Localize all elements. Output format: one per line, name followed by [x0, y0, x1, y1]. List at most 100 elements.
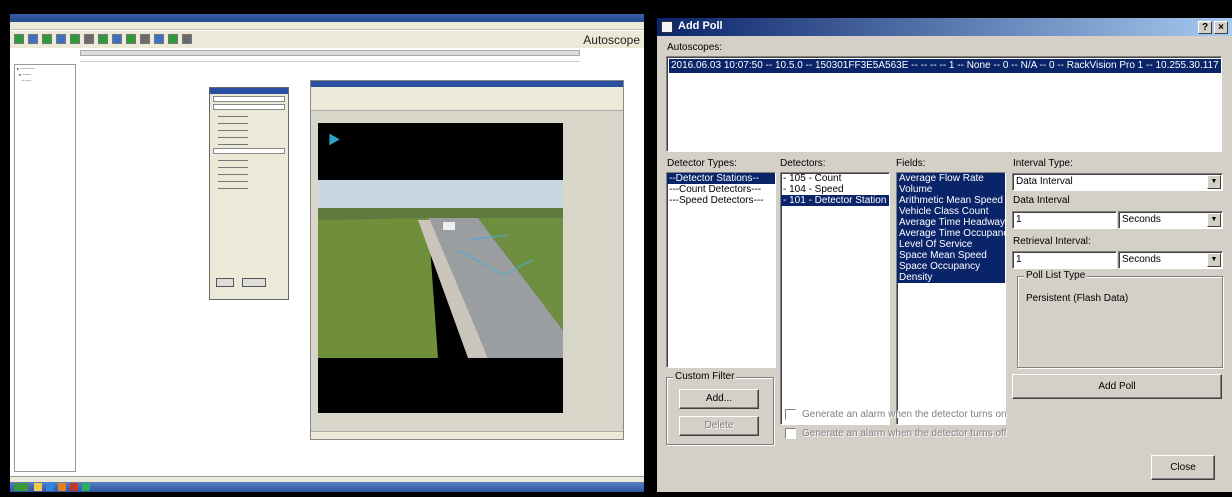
app-icon: [661, 21, 673, 33]
brand-label: Autoscope: [583, 33, 640, 47]
taskbar: [10, 482, 644, 492]
menu-bar[interactable]: ▬▬▬▬▬▬: [10, 22, 644, 36]
calibration-ok-button[interactable]: [216, 278, 234, 287]
data-interval-label: Data Interval: [1013, 195, 1070, 206]
detector-type-item[interactable]: --Detector Stations--: [667, 173, 775, 184]
detectors-label: Detectors:: [780, 158, 826, 169]
field-item[interactable]: Arithmetic Mean Speed: [897, 195, 1005, 206]
chevron-down-icon[interactable]: ▼: [1207, 253, 1221, 267]
poll-list-type-label: Poll List Type: [1024, 270, 1088, 281]
field-item[interactable]: Vehicle Class Count: [897, 206, 1005, 217]
autoscopes-label: Autoscopes:: [667, 42, 723, 53]
video-status-bar: [311, 431, 623, 439]
field-item[interactable]: Average Time Headway: [897, 217, 1005, 228]
field-item[interactable]: Volume: [897, 184, 1005, 195]
device-tree[interactable]: ▸ ───── ▸ ─── ─ ──: [14, 64, 76, 472]
interval-type-label: Interval Type:: [1013, 158, 1073, 169]
camera-view[interactable]: [318, 123, 563, 413]
detector-item[interactable]: - 104 - Speed: [781, 184, 889, 195]
distance-field[interactable]: [213, 148, 285, 154]
toolbar: Autoscope: [10, 31, 644, 48]
toolbar-icon[interactable]: [98, 34, 108, 44]
calibration-source-select[interactable]: [213, 96, 285, 102]
detector-types-list[interactable]: --Detector Stations-- ---Count Detectors…: [666, 172, 776, 368]
autoscope-list-item[interactable]: 2016.06.03 10:07:50 -- 10.5.0 -- 150301F…: [669, 59, 1221, 73]
chevron-down-icon[interactable]: ▼: [1207, 175, 1221, 189]
calibration-dialog: [209, 87, 289, 300]
detector-item[interactable]: - 105 - Count: [781, 173, 889, 184]
alarm-off-label: Generate an alarm when the detector turn…: [802, 428, 1007, 439]
retrieval-interval-field[interactable]: 1: [1012, 251, 1117, 269]
data-interval-unit-select[interactable]: Seconds ▼: [1118, 211, 1223, 229]
toolbar-icon[interactable]: [28, 34, 38, 44]
alarm-on-label: Generate an alarm when the detector turn…: [802, 409, 1007, 420]
toolbar-icon[interactable]: [126, 34, 136, 44]
field-item[interactable]: Average Flow Rate: [897, 173, 1005, 184]
retrieval-interval-unit: Seconds: [1122, 254, 1161, 265]
autoscopes-list[interactable]: 2016.06.03 10:07:50 -- 10.5.0 -- 150301F…: [666, 56, 1222, 152]
add-poll-dialog: Add Poll ? × Autoscopes: 2016.06.03 10:0…: [657, 18, 1232, 492]
calibration-titlebar: [210, 88, 288, 94]
toolbar-icon[interactable]: [42, 34, 52, 44]
data-interval-unit: Seconds: [1122, 214, 1161, 225]
toolbar-icon[interactable]: [182, 34, 192, 44]
detector-types-label: Detector Types:: [667, 158, 737, 169]
toolbar-icon[interactable]: [84, 34, 94, 44]
app-icon[interactable]: [58, 483, 66, 491]
toolbar-icon[interactable]: [154, 34, 164, 44]
retrieval-interval-label: Retrieval Interval:: [1013, 236, 1091, 247]
browser-icon[interactable]: [46, 483, 54, 491]
poll-list-type-value: Persistent (Flash Data): [1026, 293, 1129, 304]
road-camera-image: [318, 180, 563, 358]
start-button[interactable]: [14, 483, 28, 491]
fields-list[interactable]: Average Flow Rate Volume Arithmetic Mean…: [896, 172, 1006, 425]
interval-type-value: Data Interval: [1016, 176, 1073, 187]
toolbar-icon[interactable]: [56, 34, 66, 44]
toolbar-icon[interactable]: [112, 34, 122, 44]
detectors-list[interactable]: - 105 - Count - 104 - Speed - 101 - Dete…: [780, 172, 890, 425]
poll-list-type-group: Poll List Type Persistent (Flash Data): [1017, 270, 1223, 368]
custom-filter-label: Custom Filter: [673, 371, 737, 382]
camera-height-field[interactable]: [213, 104, 285, 110]
interval-type-select[interactable]: Data Interval ▼: [1012, 173, 1223, 191]
app-icon[interactable]: [70, 483, 78, 491]
toolbar-icon[interactable]: [70, 34, 80, 44]
fields-label: Fields:: [896, 158, 926, 169]
toolbar-icon[interactable]: [140, 34, 150, 44]
autoscope-software-screenshot: ▬▬▬▬▬▬ Autoscope ▸ ───── ▸ ─── ─ ──: [10, 14, 644, 492]
folder-icon[interactable]: [34, 483, 42, 491]
detector-item[interactable]: - 101 - Detector Station: [781, 195, 889, 206]
app-icon[interactable]: [82, 483, 90, 491]
field-item[interactable]: Density: [897, 272, 1005, 283]
detector-type-item[interactable]: ---Count Detectors---: [667, 184, 775, 195]
detector-type-item[interactable]: ---Speed Detectors---: [667, 195, 775, 206]
delete-filter-button[interactable]: Delete: [679, 416, 759, 436]
alarm-on-checkbox[interactable]: [785, 409, 796, 420]
chevron-down-icon[interactable]: ▼: [1207, 213, 1221, 227]
help-button[interactable]: ?: [1198, 21, 1212, 34]
retrieval-interval-unit-select[interactable]: Seconds ▼: [1118, 251, 1223, 269]
data-interval-field[interactable]: 1: [1012, 211, 1117, 229]
close-x-button[interactable]: ×: [1214, 21, 1228, 34]
field-item[interactable]: Space Occupancy: [897, 261, 1005, 272]
alarm-off-checkbox[interactable]: [785, 428, 796, 439]
calibration-cancel-button[interactable]: [242, 278, 266, 287]
video-window: [310, 80, 624, 440]
data-interval-value: 1: [1016, 214, 1022, 225]
logo-icon: [324, 130, 340, 146]
window-titlebar: [10, 14, 644, 22]
dialog-title: Add Poll: [678, 20, 723, 32]
device-grid-row[interactable]: [80, 56, 580, 62]
field-item[interactable]: Level Of Service: [897, 239, 1005, 250]
custom-filter-group: Custom Filter Add... Delete: [666, 371, 774, 445]
add-poll-button[interactable]: Add Poll: [1012, 374, 1222, 399]
dialog-titlebar: Add Poll ? ×: [657, 18, 1232, 36]
field-item[interactable]: Average Time Occupancy: [897, 228, 1005, 239]
field-item[interactable]: Space Mean Speed: [897, 250, 1005, 261]
retrieval-interval-value: 1: [1016, 254, 1022, 265]
toolbar-icon[interactable]: [14, 34, 24, 44]
video-window-toolbar[interactable]: [311, 87, 623, 111]
add-filter-button[interactable]: Add...: [679, 389, 759, 409]
close-button[interactable]: Close: [1151, 455, 1215, 480]
toolbar-icon[interactable]: [168, 34, 178, 44]
